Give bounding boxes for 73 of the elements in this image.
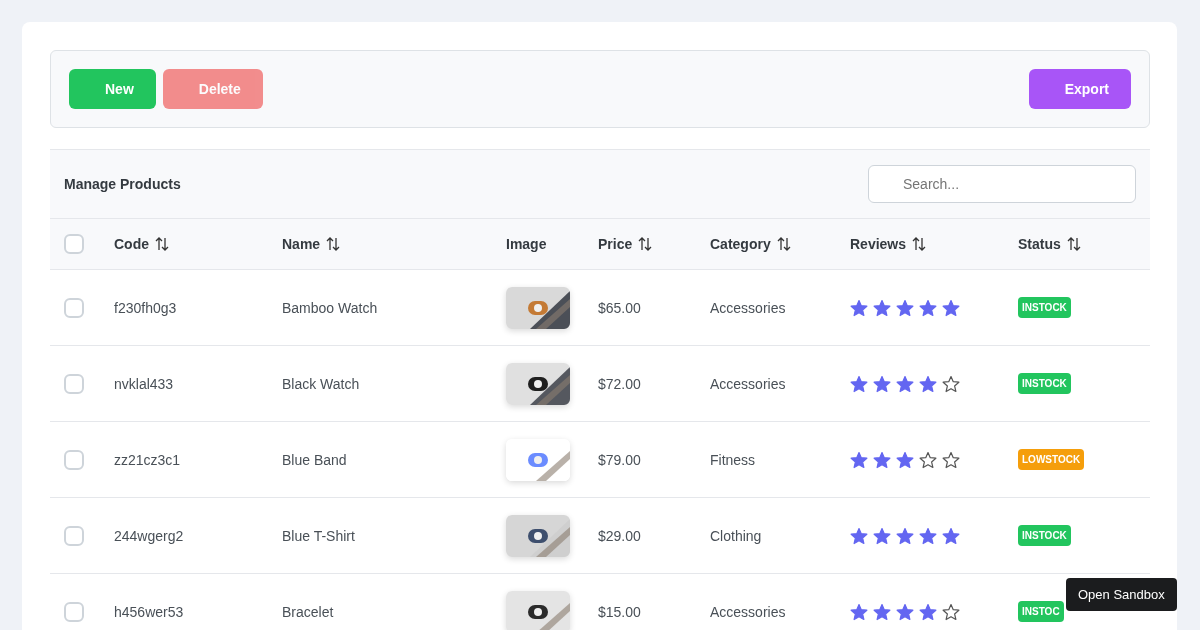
table-cell: nvklal433: [114, 375, 174, 392]
status-badge: INSTOCK: [1018, 525, 1071, 546]
status-badge: INSTOC: [1018, 601, 1064, 622]
filled-star-icon: [873, 298, 891, 317]
filled-star-icon: [850, 526, 868, 545]
table-cell: Accessories: [710, 603, 786, 620]
row-checkbox[interactable]: [64, 525, 84, 546]
status-badge: LOWSTOCK: [1018, 449, 1085, 470]
table-title: Manage Products: [64, 176, 181, 192]
filled-star-icon: [873, 602, 891, 621]
empty-star-icon: [942, 374, 960, 393]
column-header[interactable]: Code: [114, 236, 149, 252]
search-field[interactable]: Search...: [868, 165, 1136, 203]
table-cell: h456wer53: [114, 603, 184, 620]
table-cell: Accessories: [710, 299, 786, 316]
status-badge: INSTOCK: [1018, 373, 1071, 394]
filled-star-icon: [896, 450, 914, 469]
table-cell: $65.00: [598, 299, 641, 316]
empty-star-icon: [942, 450, 960, 469]
sort-icon[interactable]: [638, 237, 653, 251]
table-cell: Bracelet: [282, 603, 334, 620]
filled-star-icon: [919, 374, 937, 393]
filled-star-icon: [873, 450, 891, 469]
sort-icon[interactable]: [912, 237, 927, 251]
filled-star-icon: [850, 450, 868, 469]
empty-star-icon: [919, 450, 937, 469]
tooltip[interactable]: Open Sandbox: [1066, 578, 1177, 611]
column-header[interactable]: Reviews: [850, 236, 907, 252]
sort-icon[interactable]: [326, 237, 341, 251]
filled-star-icon: [873, 526, 891, 545]
select-all-checkbox[interactable]: [64, 234, 84, 254]
column-header[interactable]: Status: [1018, 236, 1061, 252]
table-cell: $79.00: [598, 451, 641, 468]
column-header[interactable]: Category: [710, 236, 771, 252]
filled-star-icon: [919, 526, 937, 545]
filled-star-icon: [850, 374, 868, 393]
filled-star-icon: [873, 374, 891, 393]
filled-star-icon: [896, 298, 914, 317]
table-cell: Bamboo Watch: [282, 299, 378, 316]
table-cell: Black Watch: [282, 375, 360, 392]
column-header[interactable]: Name: [282, 236, 321, 252]
table-cell: $15.00: [598, 603, 641, 620]
filled-star-icon: [942, 298, 960, 317]
column-header[interactable]: Image: [506, 236, 547, 252]
filled-star-icon: [919, 298, 937, 317]
table-cell: Clothing: [710, 527, 762, 544]
table-cell: Blue T-Shirt: [282, 527, 355, 544]
row-checkbox[interactable]: [64, 373, 84, 394]
sort-icon[interactable]: [155, 237, 169, 251]
row-checkbox[interactable]: [64, 601, 84, 622]
toolbar-button[interactable]: Export: [1028, 69, 1131, 109]
sort-icon[interactable]: [1066, 237, 1081, 251]
filled-star-icon: [850, 298, 868, 317]
table-cell: Blue Band: [282, 451, 347, 468]
filled-star-icon: [896, 526, 914, 545]
filled-star-icon: [850, 602, 868, 621]
table-cell: $72.00: [598, 375, 641, 392]
status-badge: INSTOCK: [1018, 297, 1071, 318]
table-cell: f230fh0g3: [114, 299, 177, 316]
column-header[interactable]: Price: [598, 236, 633, 252]
table-cell: 244wgerg2: [114, 527, 184, 544]
row-checkbox[interactable]: [64, 449, 84, 470]
filled-star-icon: [896, 374, 914, 393]
table-cell: zz21cz3c1: [114, 451, 181, 468]
empty-star-icon: [942, 602, 960, 621]
filled-star-icon: [896, 602, 914, 621]
row-checkbox[interactable]: [64, 297, 84, 318]
sort-icon[interactable]: [776, 237, 791, 251]
table-cell: Accessories: [710, 375, 786, 392]
table-cell: Fitness: [710, 451, 756, 468]
table-cell: $29.00: [598, 527, 641, 544]
filled-star-icon: [919, 602, 937, 621]
filled-star-icon: [942, 526, 960, 545]
